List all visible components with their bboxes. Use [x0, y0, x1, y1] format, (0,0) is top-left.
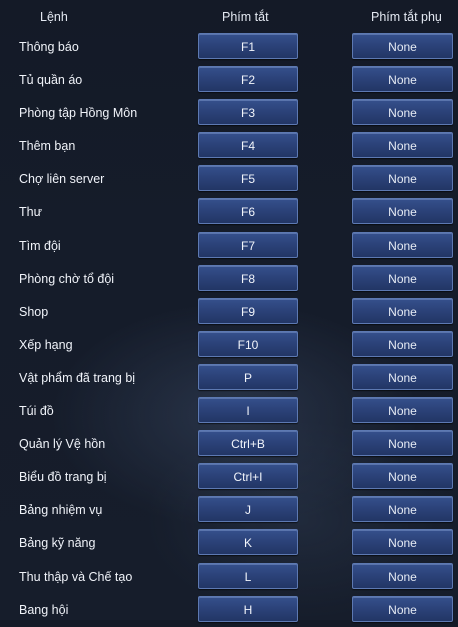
column-header-command: Lệnh — [40, 10, 68, 24]
primary-hotkey-button[interactable]: F6 — [198, 198, 298, 225]
primary-hotkey-button[interactable]: F4 — [198, 132, 298, 159]
primary-hotkey-button[interactable]: F8 — [198, 264, 298, 291]
hotkey-row: Thêm bạn F4 None — [0, 130, 458, 163]
command-label: Bảng nhiệm vụ — [19, 503, 103, 518]
primary-hotkey-button[interactable]: F10 — [198, 330, 298, 357]
secondary-hotkey-button[interactable]: None — [352, 99, 453, 126]
secondary-hotkey-button[interactable]: None — [352, 66, 453, 93]
secondary-hotkey-button[interactable]: None — [352, 264, 453, 291]
secondary-hotkey-button[interactable]: None — [352, 397, 453, 424]
secondary-hotkey-button[interactable]: None — [352, 165, 453, 192]
primary-hotkey-button[interactable]: L — [198, 562, 298, 589]
hotkey-list: Thông báo F1 None Tủ quần áo F2 None Phò… — [0, 31, 458, 627]
secondary-hotkey-button[interactable]: None — [352, 363, 453, 390]
hotkey-row: Bảng nhiệm vụ J None — [0, 494, 458, 527]
primary-hotkey-button[interactable]: F5 — [198, 165, 298, 192]
hotkey-row: Tìm đội F7 None — [0, 230, 458, 263]
secondary-hotkey-button[interactable]: None — [352, 132, 453, 159]
hotkey-row: Xếp hạng F10 None — [0, 329, 458, 362]
primary-hotkey-button[interactable]: I — [198, 397, 298, 424]
column-header-primary-hotkey: Phím tắt — [222, 10, 269, 24]
secondary-hotkey-button[interactable]: None — [352, 33, 453, 59]
hotkey-row: Phòng tập Hồng Môn F3 None — [0, 97, 458, 130]
hotkey-row: Chợ liên server F5 None — [0, 163, 458, 196]
primary-hotkey-button[interactable]: H — [198, 595, 298, 622]
primary-hotkey-button[interactable]: P — [198, 363, 298, 390]
hotkey-row: Quản lý Vệ hồn Ctrl+B None — [0, 428, 458, 461]
primary-hotkey-button[interactable]: K — [198, 529, 298, 556]
primary-hotkey-button[interactable]: Ctrl+I — [198, 463, 298, 490]
secondary-hotkey-button[interactable]: None — [352, 463, 453, 490]
hotkey-row: Bảng kỹ năng K None — [0, 527, 458, 560]
hotkey-row: Tủ quần áo F2 None — [0, 64, 458, 97]
command-label: Chợ liên server — [19, 172, 105, 187]
table-header: Lệnh Phím tắt Phím tắt phụ — [0, 6, 458, 28]
command-label: Phòng tập Hồng Môn — [19, 106, 138, 121]
secondary-hotkey-button[interactable]: None — [352, 330, 453, 357]
primary-hotkey-button[interactable]: J — [198, 496, 298, 523]
command-label: Xếp hạng — [19, 337, 73, 352]
secondary-hotkey-button[interactable]: None — [352, 496, 453, 523]
primary-hotkey-button[interactable]: F9 — [198, 297, 298, 324]
primary-hotkey-button[interactable]: F3 — [198, 99, 298, 126]
hotkey-settings-panel: Lệnh Phím tắt Phím tắt phụ Thông báo F1 … — [0, 0, 458, 622]
command-label: Tủ quần áo — [19, 73, 83, 88]
command-label: Quản lý Vệ hồn — [19, 437, 106, 452]
command-label: Tìm đội — [19, 238, 61, 253]
command-label: Phòng chờ tổ đội — [19, 271, 115, 286]
hotkey-row: Phòng chờ tổ đội F8 None — [0, 263, 458, 296]
hotkey-row: Thư F6 None — [0, 196, 458, 229]
secondary-hotkey-button[interactable]: None — [352, 198, 453, 225]
column-header-secondary-hotkey: Phím tắt phụ — [371, 10, 442, 24]
secondary-hotkey-button[interactable]: None — [352, 297, 453, 324]
primary-hotkey-button[interactable]: F7 — [198, 231, 298, 258]
command-label: Túi đồ — [19, 404, 54, 419]
command-label: Thu thập và Chế tạo — [19, 569, 133, 584]
primary-hotkey-button[interactable]: F1 — [198, 33, 298, 59]
primary-hotkey-button[interactable]: F2 — [198, 66, 298, 93]
hotkey-row: Thu thập và Chế tạo L None — [0, 561, 458, 594]
hotkey-row: Biểu đồ trang bị Ctrl+I None — [0, 461, 458, 494]
hotkey-row: Bang hội H None — [0, 594, 458, 627]
secondary-hotkey-button[interactable]: None — [352, 562, 453, 589]
command-label: Thông báo — [19, 40, 79, 54]
hotkey-row: Vật phẩm đã trang bị P None — [0, 362, 458, 395]
primary-hotkey-button[interactable]: Ctrl+B — [198, 430, 298, 457]
secondary-hotkey-button[interactable]: None — [352, 595, 453, 622]
command-label: Vật phẩm đã trang bị — [19, 370, 136, 385]
command-label: Bảng kỹ năng — [19, 536, 96, 551]
command-label: Shop — [19, 304, 49, 319]
hotkey-row: Thông báo F1 None — [0, 31, 458, 64]
hotkey-row: Túi đồ I None — [0, 395, 458, 428]
secondary-hotkey-button[interactable]: None — [352, 430, 453, 457]
command-label: Thêm bạn — [19, 139, 76, 154]
command-label: Biểu đồ trang bị — [19, 470, 107, 485]
hotkey-row: Shop F9 None — [0, 296, 458, 329]
secondary-hotkey-button[interactable]: None — [352, 231, 453, 258]
command-label: Thư — [19, 205, 42, 220]
command-label: Bang hội — [19, 602, 69, 617]
secondary-hotkey-button[interactable]: None — [352, 529, 453, 556]
